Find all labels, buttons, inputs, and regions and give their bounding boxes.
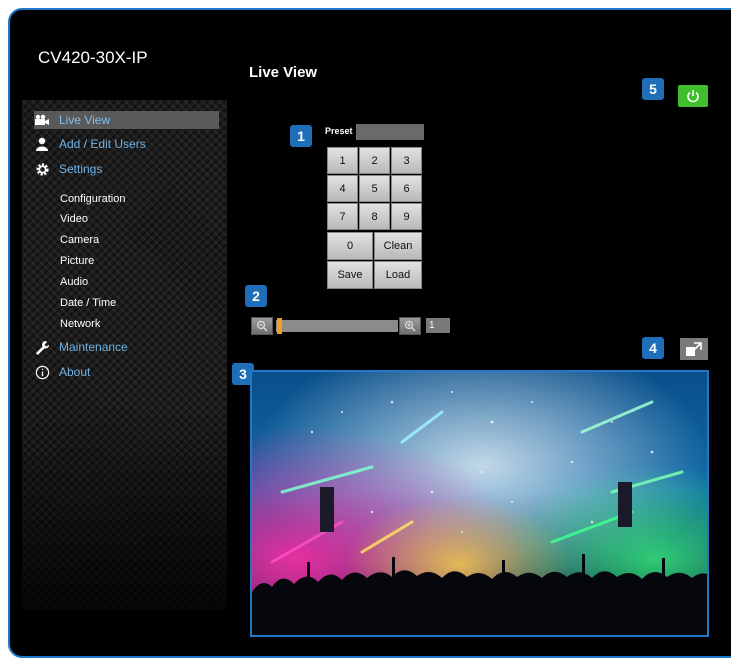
zoom-value: 1 [426,318,450,333]
zoom-out-button[interactable] [251,317,273,335]
preset-key-0[interactable]: 0 [327,232,373,260]
sidebar-item-label: About [59,365,91,379]
preset-key-8[interactable]: 8 [359,203,390,230]
wrench-icon [34,339,50,355]
preset-input[interactable] [356,124,424,140]
sidebar-item-about[interactable]: About [34,363,219,381]
preset-key-1[interactable]: 1 [327,147,358,174]
preset-save-button[interactable]: Save [327,261,373,289]
power-icon [687,90,699,103]
sidebar-subitem-audio[interactable]: Audio [60,276,88,288]
sidebar-item-label: Maintenance [59,340,128,354]
concert-video-image [252,372,707,635]
sidebar-item-add-edit-users[interactable]: Add / Edit Users [34,135,219,153]
preset-key-7[interactable]: 7 [327,203,358,230]
info-icon [34,364,50,380]
sidebar-item-live-view[interactable]: Live View [34,111,219,129]
preset-key-4[interactable]: 4 [327,175,358,202]
preset-key-9[interactable]: 9 [391,203,422,230]
page-title: Live View [249,64,318,81]
zoom-out-icon [256,320,268,332]
preset-label: Preset [325,126,353,136]
sidebar-subitem-date-time[interactable]: Date / Time [60,297,116,309]
callout-badge-2: 2 [245,285,267,307]
app-title: CV420-30X-IP [38,48,148,67]
zoom-in-button[interactable] [399,317,421,335]
sidebar-subitem-video[interactable]: Video [60,213,88,225]
zoom-slider-track[interactable] [276,320,398,332]
camera-icon [34,112,50,128]
fullscreen-icon [686,342,702,356]
preset-key-3[interactable]: 3 [391,147,422,174]
sidebar-subitem-camera[interactable]: Camera [60,234,99,246]
sidebar-item-settings[interactable]: Settings [34,160,219,178]
preset-key-2[interactable]: 2 [359,147,390,174]
zoom-in-icon [404,320,416,332]
fullscreen-button[interactable] [680,338,708,360]
user-icon [34,136,50,152]
sidebar-item-label: Live View [59,113,111,127]
power-button[interactable] [678,85,708,107]
preset-load-button[interactable]: Load [374,261,422,289]
callout-badge-4: 4 [642,337,664,359]
sidebar-item-label: Settings [59,162,103,176]
sidebar-subitem-network[interactable]: Network [60,318,100,330]
sidebar-subitem-configuration[interactable]: Configuration [60,193,125,205]
sidebar-item-maintenance[interactable]: Maintenance [34,338,219,356]
zoom-slider-thumb[interactable] [277,318,282,334]
gear-icon [34,161,50,177]
preset-clean-button[interactable]: Clean [374,232,422,260]
live-video-feed[interactable] [250,370,709,637]
sidebar-item-label: Add / Edit Users [59,137,146,151]
callout-badge-1: 1 [290,125,312,147]
sidebar-subitem-picture[interactable]: Picture [60,255,94,267]
preset-key-5[interactable]: 5 [359,175,390,202]
preset-key-6[interactable]: 6 [391,175,422,202]
callout-badge-5: 5 [642,78,664,100]
